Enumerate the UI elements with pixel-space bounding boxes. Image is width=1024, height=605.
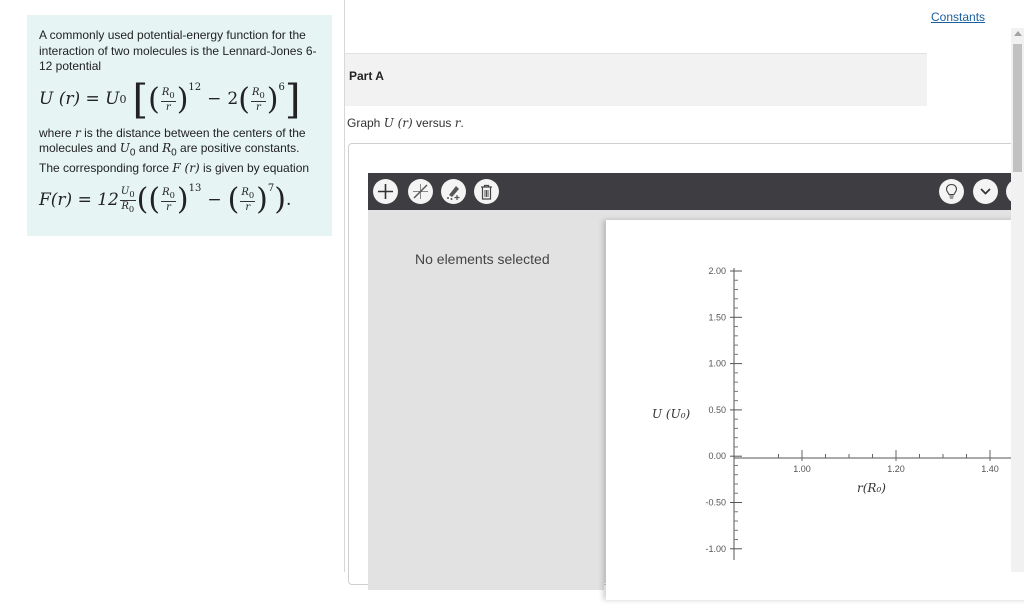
lennard-jones-equation: U (r) = U0 [ ( R0 r ) 12 − 2 ( R0 r ) 6 … (39, 76, 301, 123)
x-axis-label: r(R₀) (857, 481, 886, 495)
part-a-header: Part A (345, 53, 927, 106)
draw-function-button[interactable] (441, 179, 466, 204)
chevron-down-icon (980, 188, 991, 195)
y-tick-label: -1.00 (705, 544, 726, 554)
ratio-fraction: R0 r (161, 187, 176, 214)
line-tool-button[interactable] (408, 179, 433, 204)
scrollbar-thumb[interactable] (1013, 44, 1022, 172)
add-element-button[interactable] (373, 179, 398, 204)
draw-function-icon (444, 182, 463, 201)
graph-axes: 2.001.501.000.500.00-0.50-1.00 1.00 1.20 1… (652, 266, 1024, 560)
problem-description: where r is the distance between the cent… (39, 125, 310, 175)
scroll-up-arrow-icon[interactable] (1014, 31, 1022, 36)
ratio-fraction: R0 r (240, 187, 256, 214)
line-tool-icon (411, 182, 430, 201)
hint-lightbulb-icon (944, 183, 959, 200)
graphing-tool: No elements selected 2.00 1.50 1.00 0.50 0.0… (368, 173, 1024, 600)
graph-plot-area[interactable]: 2.00 1.50 1.00 0.50 0.00 -0.50 -1.00 1.00 1.20 1… (606, 220, 1024, 600)
y-axis-label: U (U₀) (652, 407, 691, 421)
more-options-button[interactable] (973, 179, 998, 204)
prefactor-fraction: U0 R0 (119, 185, 136, 214)
constants-link[interactable]: Constants (931, 10, 985, 24)
x-tick-label: 1.20 (887, 464, 905, 474)
ratio-fraction: R0 r (250, 86, 266, 113)
delete-button[interactable] (474, 179, 499, 204)
x-ticks: 1.00 1.20 1.40 (778, 450, 1014, 474)
y-tick-labels: 2.00 1.50 1.00 0.50 0.00 -0.50 -1.00 (705, 266, 742, 554)
y-tick-label: -0.50 (705, 498, 726, 508)
trash-icon (479, 184, 494, 200)
graph-toolbar (368, 173, 1024, 210)
x-tick-label: 1.00 (793, 464, 811, 474)
part-a-title: Part A (349, 69, 384, 83)
problem-intro: A commonly used potential-energy functio… (39, 28, 317, 73)
element-properties-panel: No elements selected (368, 210, 604, 590)
plus-icon (377, 183, 394, 200)
part-instruction: Graph U (r) versus r. (347, 116, 464, 130)
ratio-fraction: R0 r (160, 86, 176, 113)
force-equation: F(r) = 12 U0 R0 (( R0 r ) 13 − ( R0 r ) … (39, 182, 292, 218)
no-elements-selected-text: No elements selected (415, 251, 550, 267)
hint-button[interactable] (939, 179, 964, 204)
y-tick-label: 1.00 (708, 359, 726, 369)
page-scrollbar[interactable] (1011, 28, 1024, 572)
y-tick-label: 0.00 (708, 451, 726, 461)
y-tick-label: 0.50 (708, 405, 726, 415)
y-tick-label: 2.00 (708, 266, 726, 276)
y-tick-label: 1.50 (708, 312, 726, 322)
x-tick-label: 1.40 (981, 464, 999, 474)
problem-statement: A commonly used potential-energy functio… (27, 15, 332, 236)
